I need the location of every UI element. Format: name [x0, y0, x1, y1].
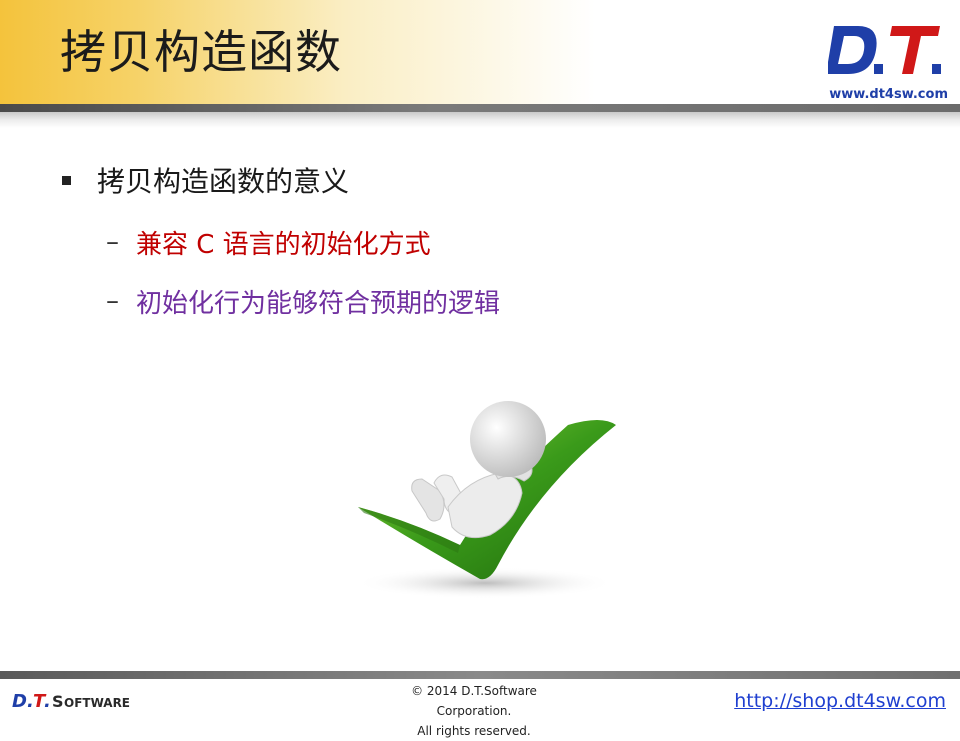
header-rule-shadow: [0, 112, 960, 128]
footer-rule: [0, 671, 960, 679]
copyright-notice: © 2014 D.T.Software Corporation. All rig…: [374, 681, 574, 741]
main-bullet-text: 拷贝构造函数的意义: [97, 165, 350, 198]
figure-head: [470, 401, 546, 477]
title-banner: 拷贝构造函数: [0, 0, 960, 104]
svg-text:OFTWARE: OFTWARE: [64, 696, 130, 710]
shop-link[interactable]: http://shop.dt4sw.com: [734, 690, 946, 712]
sub-bullet-text: 兼容 C 语言的初始化方式: [136, 229, 431, 260]
main-bullet: 拷贝构造函数的意义: [62, 162, 349, 198]
header-rule: [0, 104, 960, 112]
square-bullet-icon: [62, 175, 71, 185]
slide-title: 拷贝构造函数: [60, 25, 342, 79]
svg-text:S: S: [52, 692, 64, 711]
logo-dot-2: [932, 64, 941, 74]
svg-text:D.: D.: [12, 691, 34, 712]
footer-brand-logo: D. T . S OFTWARE: [12, 691, 130, 712]
dash-bullet-icon: –: [106, 227, 119, 257]
rights-line: All rights reserved.: [417, 724, 531, 738]
copyright-line: © 2014 D.T.Software Corporation.: [411, 684, 537, 718]
svg-text:.: .: [44, 691, 51, 712]
sub-bullet: – 初始化行为能够符合预期的逻辑: [106, 284, 501, 319]
logo-url: www.dt4sw.com: [829, 87, 948, 102]
dash-bullet-icon: –: [106, 286, 119, 316]
checkmark-person-illustration: [355, 401, 616, 599]
sub-bullet: – 兼容 C 语言的初始化方式: [106, 225, 431, 260]
logo-dot-1: [874, 64, 883, 74]
dt-logo: [828, 26, 941, 74]
logo-d-glyph: [828, 26, 877, 74]
sub-bullet-text: 初始化行为能够符合预期的逻辑: [136, 288, 501, 319]
